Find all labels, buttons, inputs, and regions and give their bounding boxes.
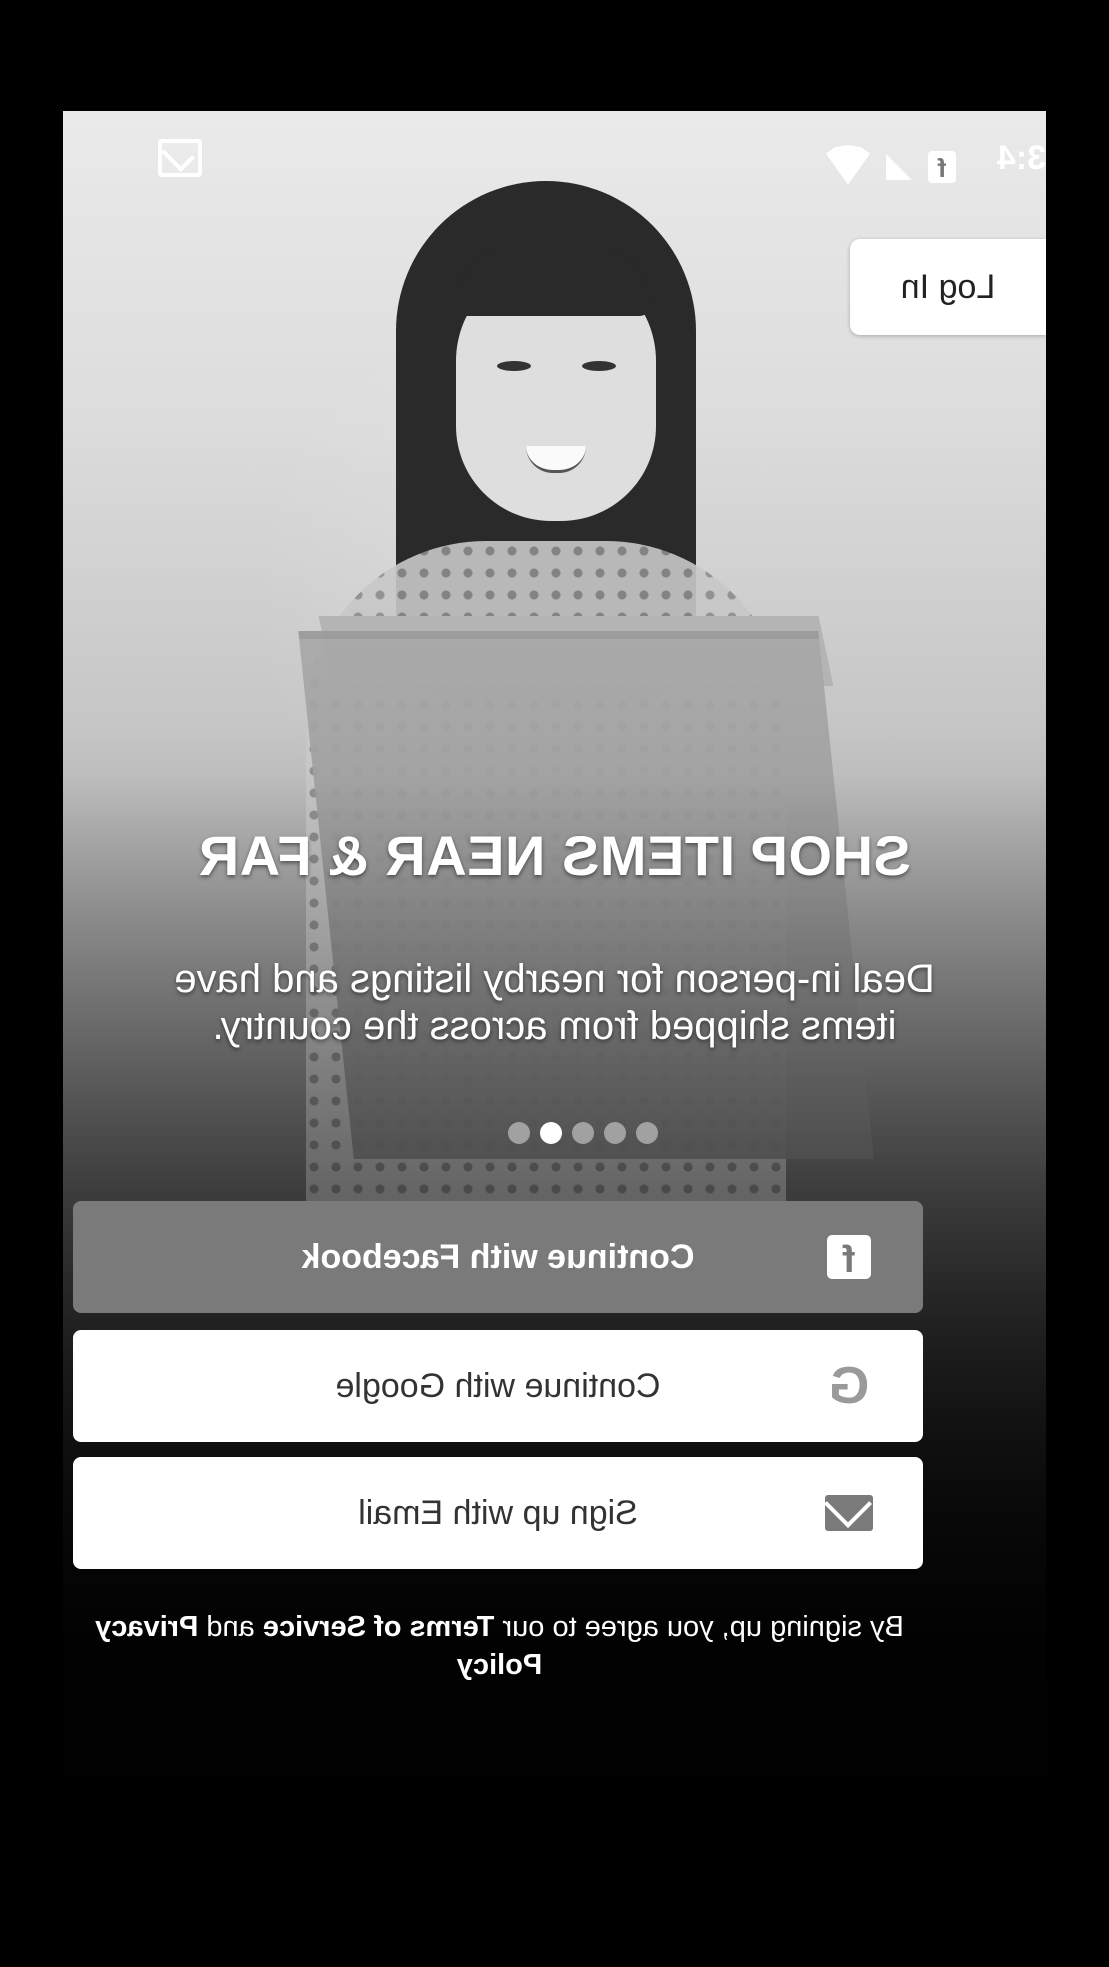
facebook-button-label: Continue with Facebook xyxy=(301,1237,695,1276)
sign-up-with-email-button[interactable]: Sign up with Email xyxy=(73,1457,923,1569)
wifi-icon xyxy=(826,145,870,189)
signal-icon xyxy=(886,154,912,180)
page-dot[interactable] xyxy=(604,1122,627,1144)
facebook-notification-icon: f xyxy=(928,151,956,183)
status-bar: 3:4 f xyxy=(63,139,1046,189)
device-frame: 3:4 f Log In SHOP ITEMS NEAR & FAR Deal … xyxy=(0,0,1109,1967)
status-icons: f xyxy=(826,145,956,189)
gmail-icon xyxy=(158,139,202,177)
google-button-label: Continue with Google xyxy=(335,1366,661,1405)
email-button-label: Sign up with Email xyxy=(358,1493,638,1532)
log-in-button[interactable]: Log In xyxy=(850,239,1046,335)
carousel-page-indicator xyxy=(92,1122,1046,1144)
page-dot[interactable] xyxy=(572,1122,595,1144)
hero-subline: Deal in-person for nearby listings and h… xyxy=(174,957,935,1048)
continue-with-google-button[interactable]: G Continue with Google xyxy=(73,1330,923,1442)
mail-icon xyxy=(825,1489,873,1537)
terms-middle: and xyxy=(198,1611,263,1643)
hero-headline: SHOP ITEMS NEAR & FAR xyxy=(198,824,911,887)
facebook-icon: f xyxy=(825,1233,873,1281)
continue-with-facebook-button[interactable]: f Continue with Facebook xyxy=(73,1201,923,1313)
google-icon: G xyxy=(828,1357,870,1415)
terms-of-service-link[interactable]: Terms of Service xyxy=(263,1611,495,1643)
page-dot[interactable] xyxy=(636,1122,659,1144)
page-dot-active[interactable] xyxy=(540,1122,563,1144)
app-screen: 3:4 f Log In SHOP ITEMS NEAR & FAR Deal … xyxy=(63,111,1046,1855)
status-time: 3:4 xyxy=(996,139,1046,177)
page-dot[interactable] xyxy=(508,1122,531,1144)
terms-prefix: By signing up, you agree to our xyxy=(494,1611,904,1643)
terms-notice: By signing up, you agree to our Terms of… xyxy=(63,1608,936,1684)
